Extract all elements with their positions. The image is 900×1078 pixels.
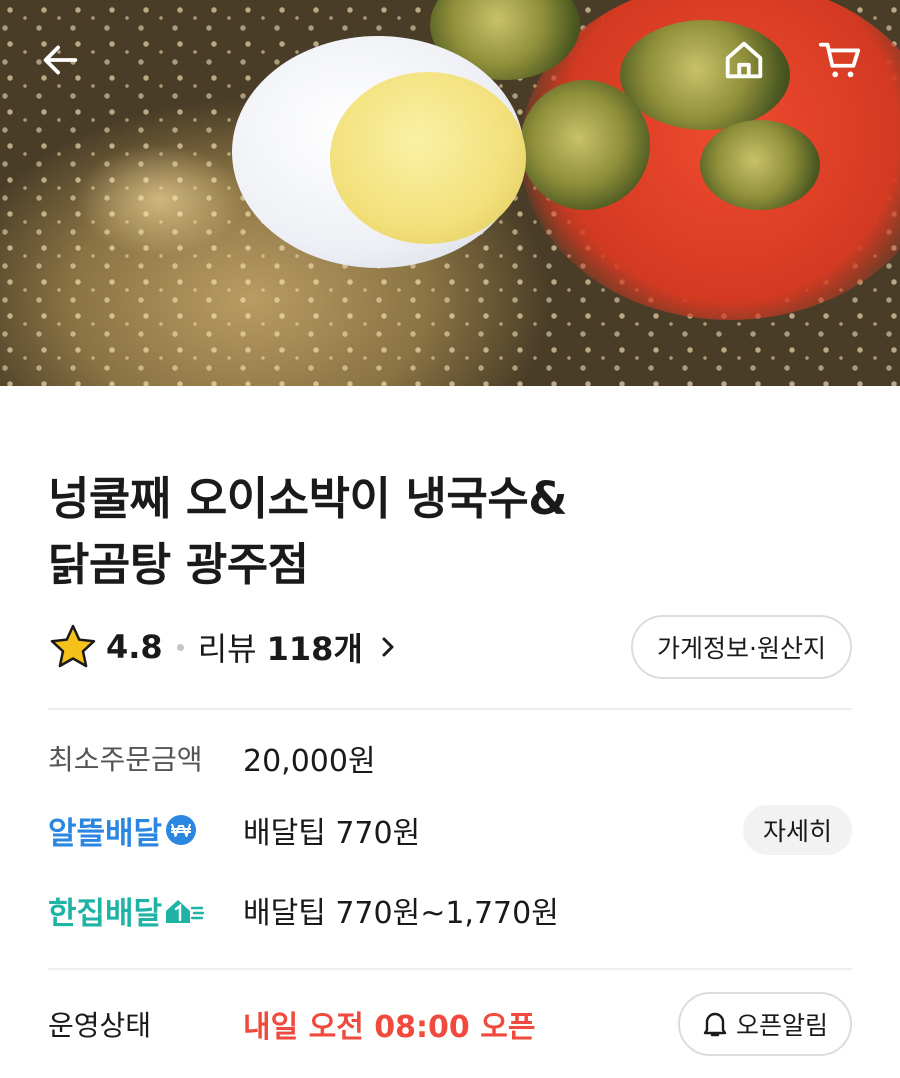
budget-delivery-badge: 알뜰배달	[48, 808, 243, 853]
cucumber-slice	[520, 80, 650, 210]
store-title-line1: 넝쿨째 오이소박이 냉국수&	[48, 472, 567, 525]
open-alarm-button[interactable]: 오픈알림	[677, 992, 852, 1056]
store-info-button[interactable]: 가게정보·원산지	[631, 615, 852, 679]
hero-food-image	[0, 0, 900, 386]
arrow-left-icon	[43, 45, 78, 75]
egg-yolk	[330, 72, 526, 244]
min-order-value: 20,000원	[243, 744, 376, 779]
budget-delivery-row: 알뜰배달 배달팁 770원 자세히	[48, 794, 852, 866]
store-info: 넝쿨째 오이소박이 냉국수& 닭곰탕 광주점 4.8 리뷰 118개 가게정보·…	[0, 386, 900, 1066]
divider	[48, 708, 852, 710]
min-order-label: 최소주문금액	[48, 743, 203, 776]
store-title-line2: 닭곰탕 광주점	[48, 538, 309, 591]
open-alarm-label: 오픈알림	[735, 1011, 828, 1040]
min-order-row: 최소주문금액 20,000원	[48, 722, 852, 794]
won-coin-icon	[166, 815, 197, 845]
home-delivery-icon	[166, 900, 205, 923]
star-icon	[50, 624, 96, 668]
rating-row: 4.8 리뷰 118개 가게정보·원산지	[48, 615, 852, 679]
rating-review-link[interactable]: 4.8 리뷰 118개	[48, 622, 399, 672]
rating-value: 4.8	[106, 628, 163, 666]
chevron-right-icon	[382, 637, 394, 657]
review-label: 리뷰	[197, 630, 257, 668]
divider	[48, 968, 852, 970]
cart-icon	[818, 42, 861, 78]
back-button[interactable]	[30, 30, 90, 90]
cart-button[interactable]	[810, 30, 870, 90]
separator-dot	[176, 643, 184, 651]
single-delivery-fee: 배달팁 770원~1,770원	[243, 896, 559, 931]
home-button[interactable]	[714, 30, 774, 90]
home-icon	[725, 41, 763, 79]
status-value: 내일 오전 08:00 오픈	[243, 1010, 536, 1045]
budget-delivery-label: 알뜰배달	[48, 815, 163, 852]
budget-delivery-fee: 배달팁 770원	[243, 816, 421, 851]
detail-button[interactable]: 자세히	[742, 805, 852, 855]
cucumber-slice	[700, 120, 820, 210]
status-row: 운영상태 내일 오전 08:00 오픈 오픈알림	[48, 982, 852, 1066]
single-delivery-badge: 한집배달	[48, 888, 243, 933]
single-delivery-row: 한집배달 배달팁 770원~1,770원	[48, 874, 852, 946]
store-title: 넝쿨째 오이소박이 냉국수& 닭곰탕 광주점	[48, 386, 852, 598]
status-label: 운영상태	[48, 1009, 152, 1042]
review-count: 118개	[266, 630, 363, 668]
single-delivery-label: 한집배달	[48, 895, 163, 932]
bell-icon	[703, 1012, 727, 1037]
